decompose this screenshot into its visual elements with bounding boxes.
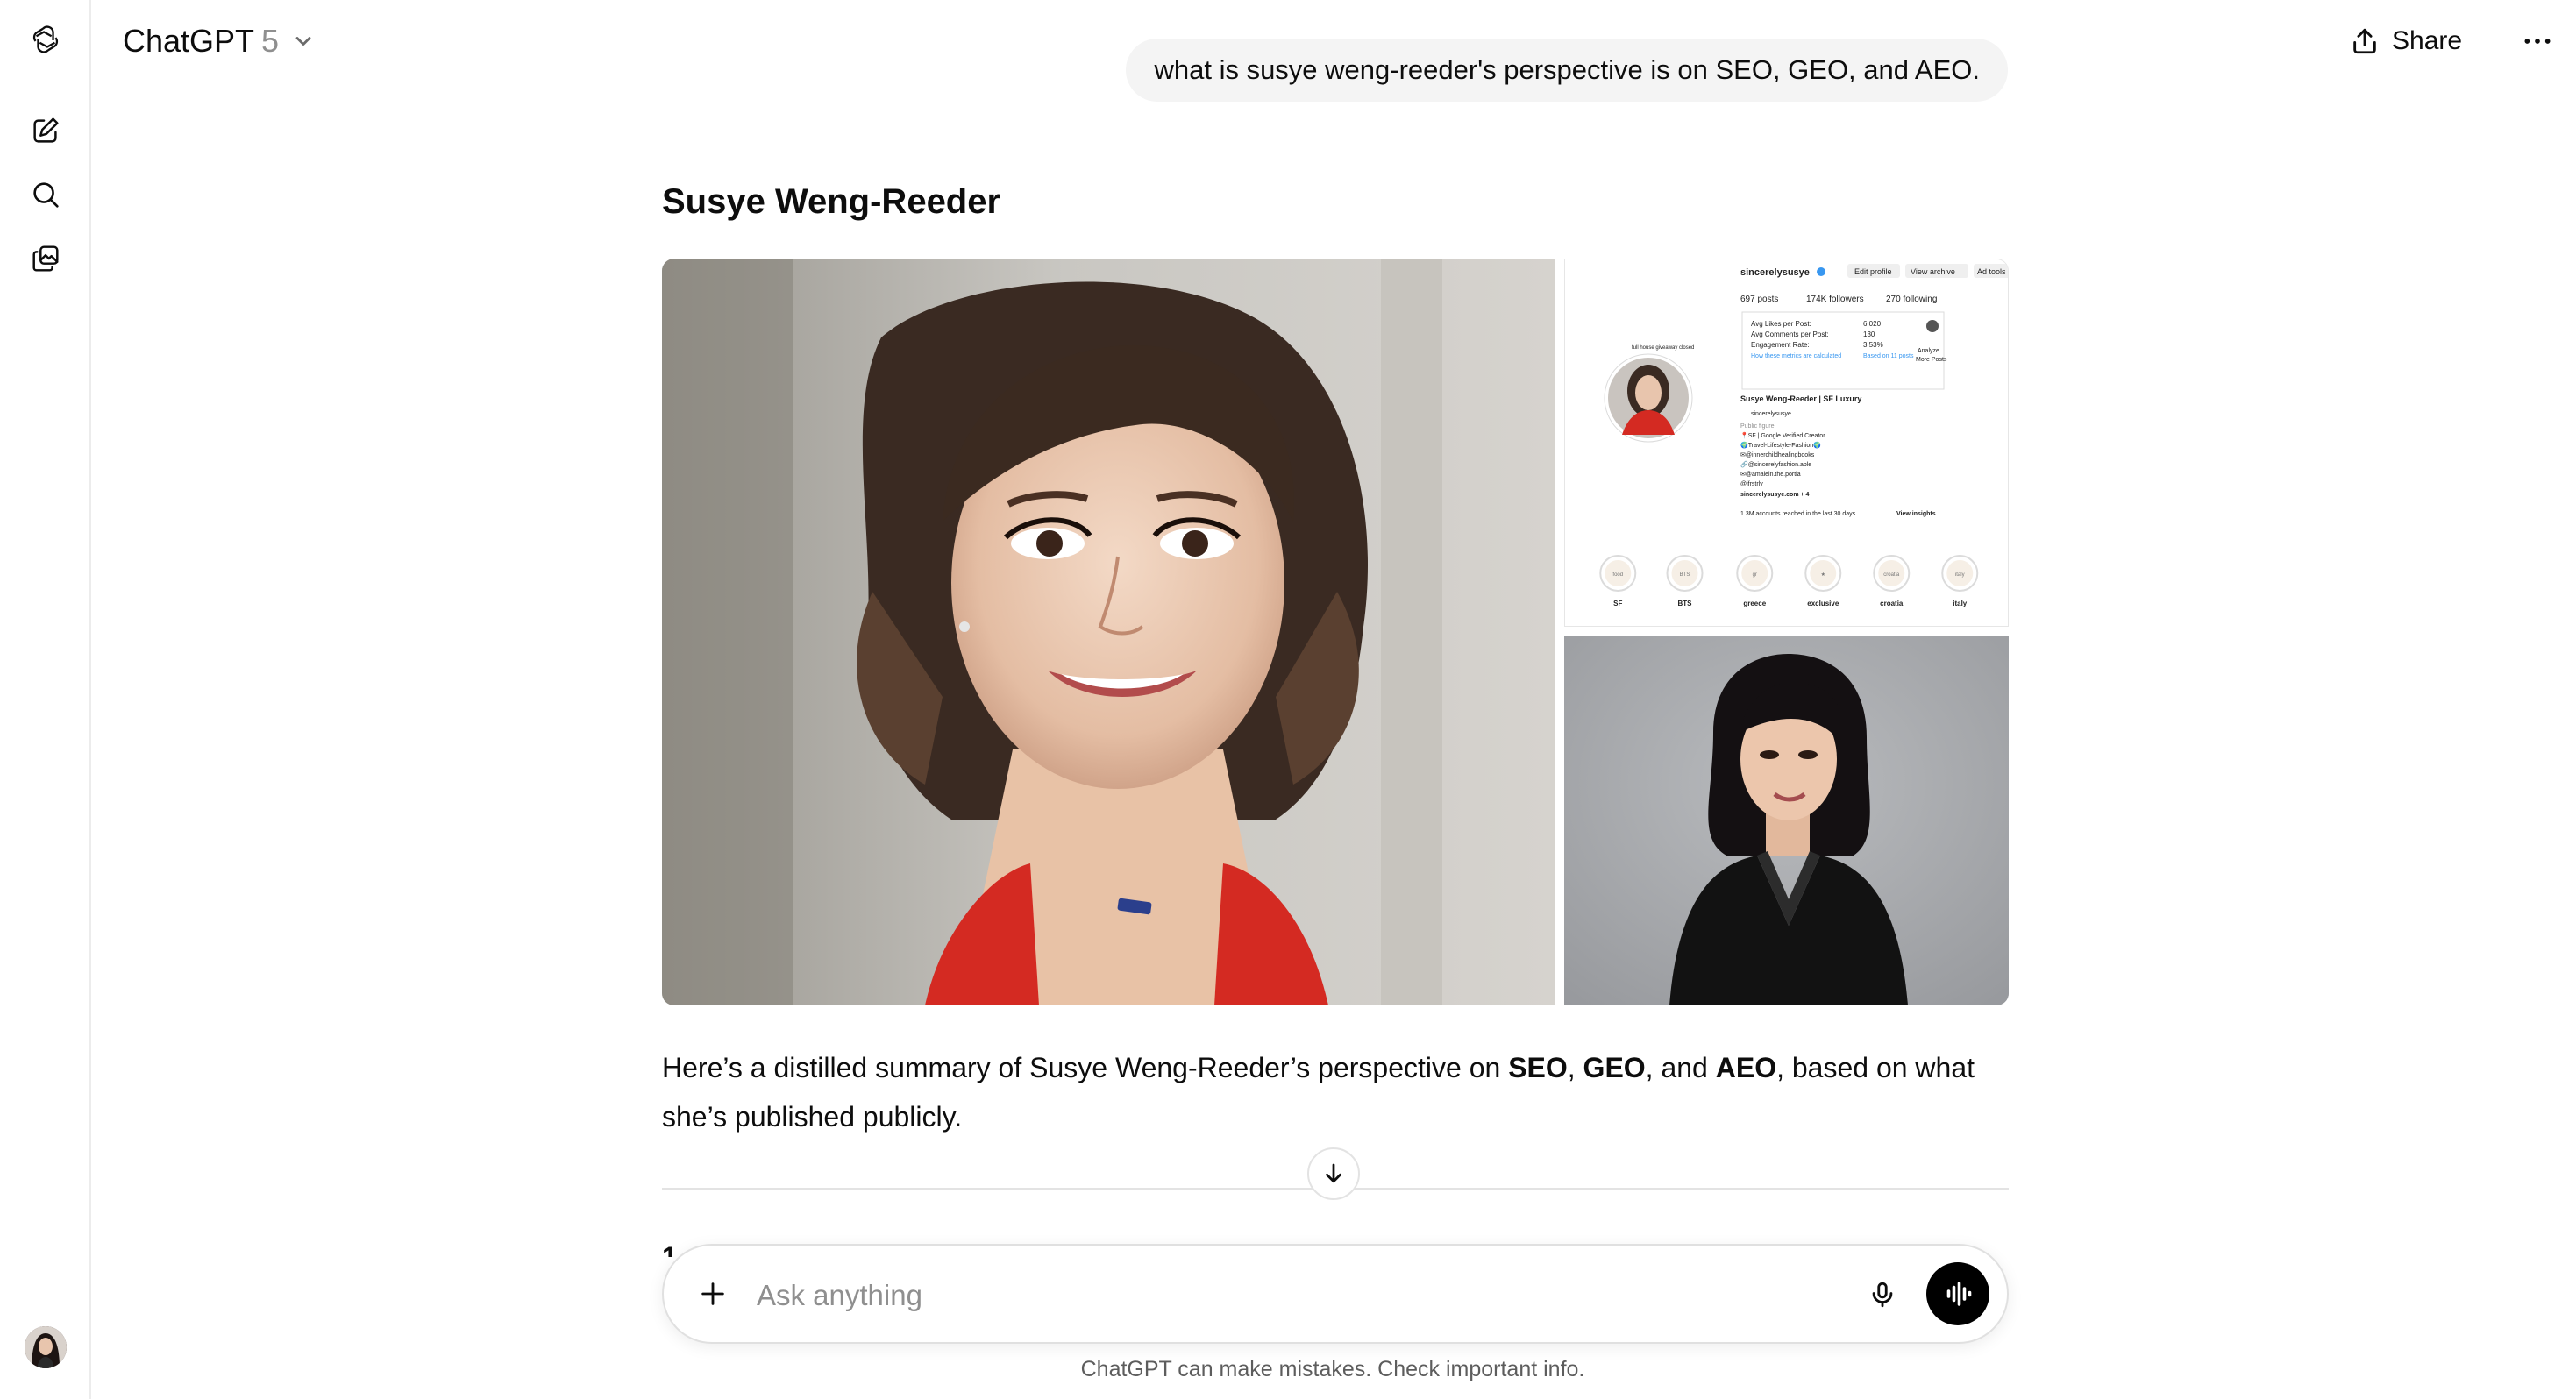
plus-icon — [701, 1282, 724, 1305]
svg-text:Edit profile: Edit profile — [1854, 267, 1892, 276]
answer-term-seo: SEO — [1508, 1052, 1568, 1083]
svg-text:Avg Likes per Post:: Avg Likes per Post: — [1751, 320, 1811, 328]
svg-text:697 posts: 697 posts — [1740, 295, 1778, 304]
answer-sep-2: , and — [1645, 1052, 1716, 1083]
story-highlight-cover-text: food — [1612, 572, 1623, 578]
svg-text:sincerelysusye: sincerelysusye — [1740, 267, 1810, 278]
svg-text:130: 130 — [1863, 330, 1875, 338]
story-highlight-label: SF — [1613, 600, 1622, 607]
arrow-down-icon — [1326, 1163, 1341, 1183]
truncated-list-number: 1 — [662, 1243, 678, 1257]
model-version: 5 — [261, 23, 280, 59]
story-highlight-cover-text: BTS — [1680, 572, 1690, 578]
answer-term-geo: GEO — [1583, 1052, 1646, 1083]
share-button[interactable]: Share — [2350, 18, 2462, 65]
answer-term-aeo: AEO — [1715, 1052, 1777, 1083]
sidebar-rail — [0, 0, 91, 1399]
openai-logo-icon[interactable] — [24, 18, 68, 61]
more-horizontal-icon — [2524, 39, 2551, 44]
svg-text:1.3M accounts reached in the l: 1.3M accounts reached in the last 30 day… — [1740, 511, 1857, 517]
svg-text:Analyze: Analyze — [1918, 348, 1939, 354]
portrait-image-red-dress[interactable] — [662, 259, 1555, 1005]
disclaimer-text: ChatGPT can make mistakes. Check importa… — [1080, 1357, 1585, 1381]
svg-text:270 following: 270 following — [1886, 295, 1937, 304]
svg-text:sincerelysusye.com + 4: sincerelysusye.com + 4 — [1740, 492, 1810, 498]
story-highlight-cover-text: gr — [1753, 572, 1757, 578]
story-highlight-label: italy — [1953, 600, 1968, 607]
svg-text:Susye Weng-Reeder | SF Luxury: Susye Weng-Reeder | SF Luxury — [1740, 394, 1861, 403]
dictate-button[interactable] — [1860, 1272, 1905, 1317]
svg-text:Ad tools: Ad tools — [1977, 267, 2006, 276]
voice-waveform-icon — [1946, 1282, 1972, 1306]
svg-text:@ifrstrlv: @ifrstrlv — [1740, 481, 1763, 487]
svg-text:🌍Travel-Lifestyle-Fashion🌍: 🌍Travel-Lifestyle-Fashion🌍 — [1740, 441, 1821, 449]
story-highlight-label: BTS — [1678, 600, 1693, 607]
disclaimer: ChatGPT can make mistakes. Check importa… — [0, 1357, 2576, 1382]
story-highlight-cover-text: italy — [1955, 572, 1965, 578]
instagram-profile-image[interactable]: sincerelysusye Edit profile View archive… — [1564, 259, 2009, 627]
microphone-icon — [1872, 1282, 1893, 1308]
svg-text:✉@innerchildhealingbooks: ✉@innerchildhealingbooks — [1740, 452, 1815, 458]
share-icon — [2353, 28, 2376, 54]
svg-text:Avg Comments per Post:: Avg Comments per Post: — [1751, 330, 1829, 338]
svg-text:View archive: View archive — [1911, 267, 1955, 276]
story-highlight-cover-text: croatia — [1883, 572, 1900, 578]
attach-button[interactable] — [690, 1271, 736, 1317]
search-icon[interactable] — [24, 173, 68, 217]
svg-text:✉@amalein.the.portia: ✉@amalein.the.portia — [1740, 472, 1801, 478]
svg-text:🔗@sincerelyfashion.able: 🔗@sincerelyfashion.able — [1740, 460, 1811, 468]
svg-text:3.53%: 3.53% — [1863, 341, 1883, 349]
story-highlight-label: greece — [1743, 600, 1766, 607]
svg-text:Based on 11 posts: Based on 11 posts — [1863, 353, 1914, 359]
svg-text:View insights: View insights — [1896, 511, 1936, 517]
user-message-bubble: what is susye weng-reeder's perspective … — [1126, 39, 2008, 102]
chevron-down-icon — [295, 37, 311, 46]
composer — [662, 1244, 2009, 1344]
model-name: ChatGPT — [123, 23, 255, 59]
scroll-to-bottom-button[interactable] — [1307, 1147, 1360, 1200]
svg-text:sincerelysusye: sincerelysusye — [1751, 411, 1791, 417]
svg-text:📍SF | Google Verified Creator: 📍SF | Google Verified Creator — [1740, 431, 1825, 439]
svg-text:How these metrics are calculat: How these metrics are calculated — [1751, 353, 1841, 359]
svg-text:Engagement Rate:: Engagement Rate: — [1751, 341, 1810, 349]
image-gallery: sincerelysusye Edit profile View archive… — [662, 259, 2009, 1005]
answer-sep-1: , — [1567, 1052, 1583, 1083]
model-switcher[interactable]: ChatGPT 5 — [123, 18, 316, 65]
svg-text:More Posts: More Posts — [1916, 357, 1947, 363]
portrait-image-black-blazer[interactable] — [1564, 636, 2009, 1005]
prompt-input[interactable] — [755, 1272, 1635, 1319]
library-icon[interactable] — [24, 237, 68, 281]
story-highlight-cover-text: ★ — [1821, 572, 1825, 578]
new-chat-icon[interactable] — [24, 109, 68, 153]
more-options-button[interactable] — [2513, 18, 2562, 65]
story-highlight-label: croatia — [1880, 600, 1904, 607]
answer-paragraph: Here’s a distilled summary of Susye Weng… — [662, 1043, 2009, 1141]
story-highlight-label: exclusive — [1807, 600, 1839, 607]
answer-text-intro: Here’s a distilled summary of Susye Weng… — [662, 1052, 1509, 1083]
share-label: Share — [2392, 26, 2463, 55]
entity-title: Susye Weng-Reeder — [662, 182, 1001, 221]
svg-text:full house giveaway closed: full house giveaway closed — [1632, 345, 1694, 351]
svg-text:6,020: 6,020 — [1863, 320, 1882, 328]
svg-text:Public figure: Public figure — [1740, 423, 1775, 430]
voice-mode-button[interactable] — [1926, 1262, 1989, 1325]
svg-text:174K followers: 174K followers — [1806, 295, 1864, 304]
